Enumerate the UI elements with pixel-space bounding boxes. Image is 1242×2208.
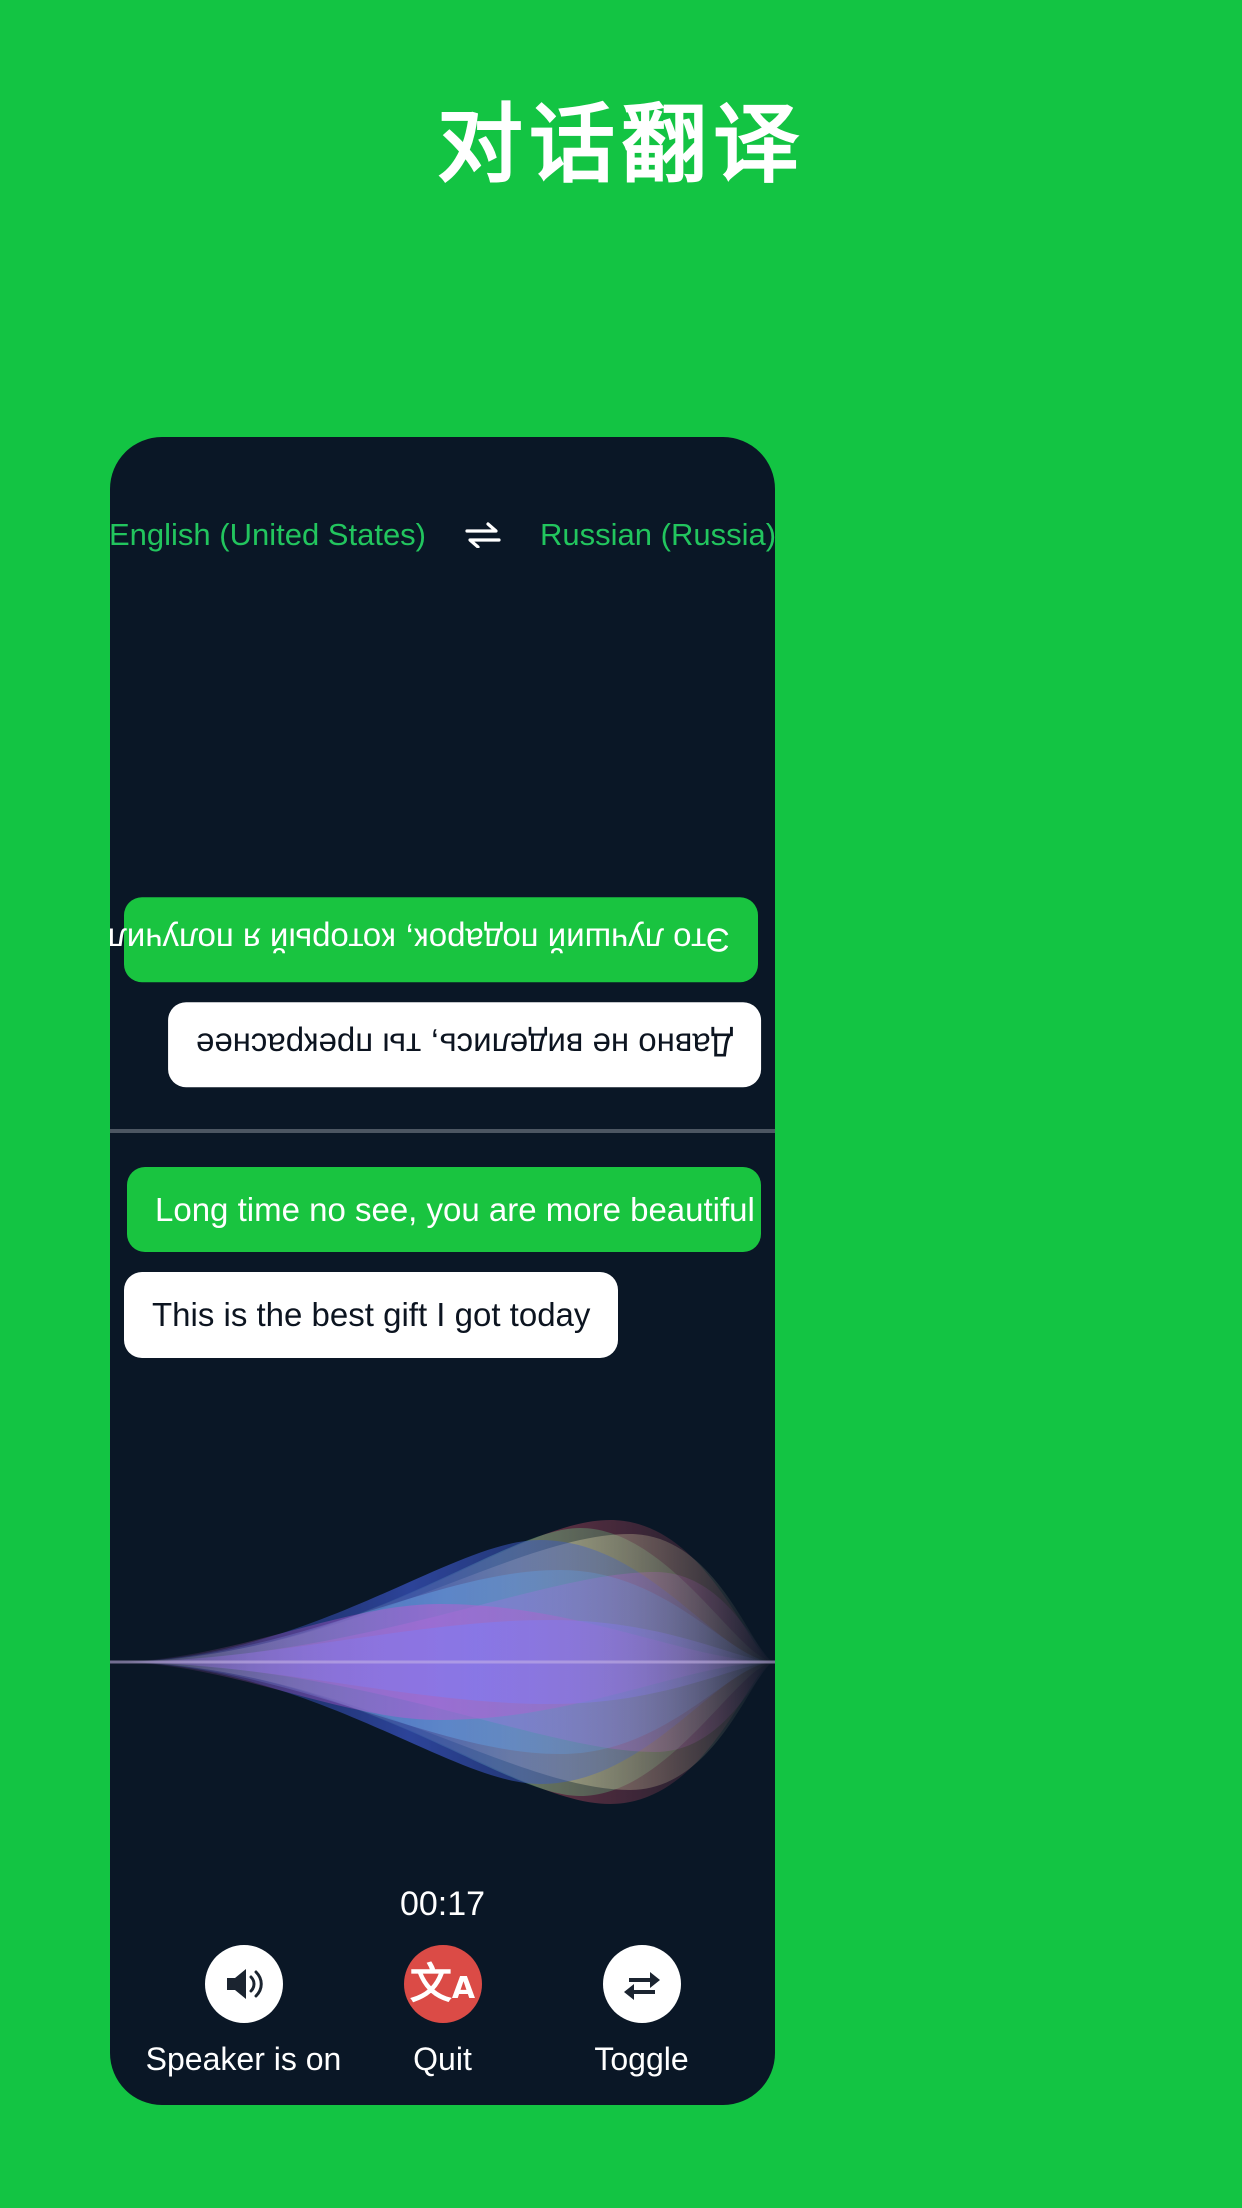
page-title: 对话翻译 [437, 97, 805, 193]
speaker-button-label: Speaker is on [145, 2041, 342, 2077]
translate-glyph: 文A [409, 1959, 476, 2008]
translate-icon[interactable]: 文A [403, 1945, 482, 2023]
language-bar: English (United States) Russian (Russia) [110, 517, 775, 553]
source-language-label[interactable]: English (United States) [110, 517, 426, 553]
swap-horizontal-icon[interactable] [464, 522, 502, 548]
target-language-label[interactable]: Russian (Russia) [540, 517, 775, 553]
speaker-button[interactable]: Speaker is on [144, 1945, 343, 2078]
call-timer: 00:17 [399, 1885, 486, 1923]
control-bar: Speaker is on 文A Quit Toggle [110, 1945, 775, 2078]
quit-button-label: Quit [413, 2041, 472, 2077]
message-bubble-native-1[interactable]: Long time no see, you are more beautiful [127, 1167, 761, 1253]
toggle-repeat-icon[interactable] [602, 1945, 681, 2023]
message-row: Long time no see, you are more beautiful [110, 1167, 775, 1253]
message-row: Давно не виделись, ты прекраснее [110, 1001, 775, 1087]
toggle-button-label: Toggle [594, 2041, 689, 2077]
message-row: Это лучший подарок, который я получил се… [110, 896, 775, 982]
message-bubble-foreign-1[interactable]: Это лучший подарок, который я получил се… [110, 896, 758, 982]
message-bubble-native-2[interactable]: This is the best gift I got today [124, 1272, 619, 1358]
phone-card: English (United States) Russian (Russia)… [110, 437, 775, 2105]
audio-waveform [110, 1512, 775, 1812]
speaker-on-icon[interactable] [204, 1945, 283, 2023]
toggle-button[interactable]: Toggle [542, 1945, 741, 2078]
foreign-transcript-pane[interactable]: Это лучший подарок, который я получил се… [110, 587, 775, 1129]
message-row: This is the best gift I got today [110, 1272, 775, 1358]
native-transcript-pane[interactable]: Long time no see, you are more beautiful… [110, 1133, 775, 1493]
message-bubble-foreign-2[interactable]: Давно не виделись, ты прекраснее [167, 1001, 761, 1087]
quit-button[interactable]: 文A Quit [343, 1945, 542, 2078]
